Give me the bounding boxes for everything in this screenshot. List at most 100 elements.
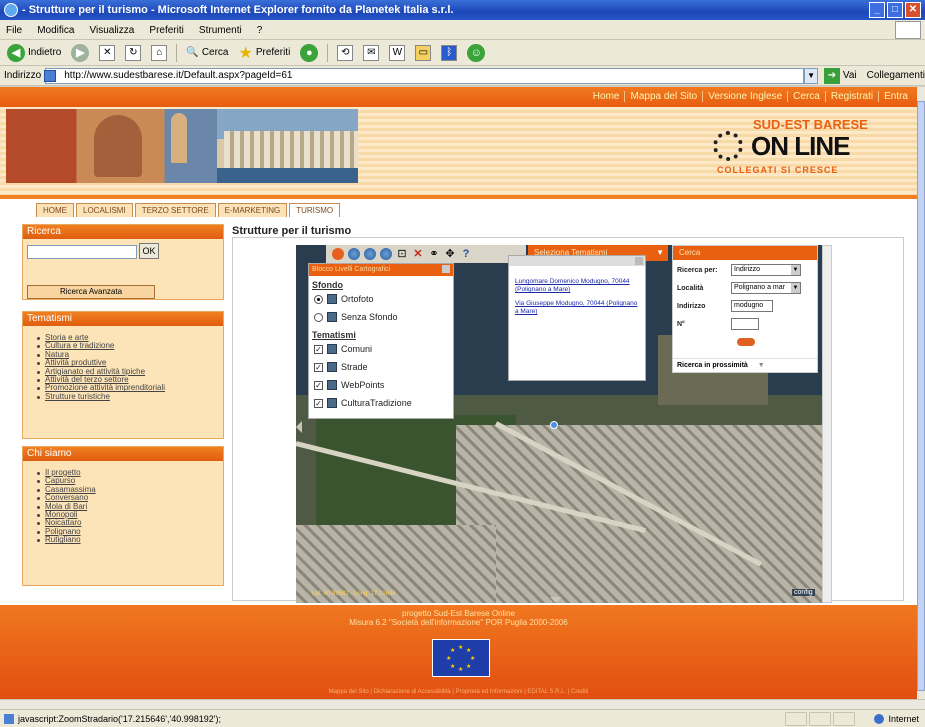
background-option-orthophoto[interactable]: Ortofoto — [309, 290, 453, 308]
history-button[interactable]: ⟲ — [334, 42, 356, 64]
status-panes — [785, 712, 855, 726]
links-button[interactable]: Collegamenti — [867, 70, 925, 81]
media-button[interactable]: ● — [297, 42, 321, 64]
checkbox[interactable]: ✓ — [314, 380, 323, 390]
radio-button[interactable] — [314, 312, 323, 322]
result-link[interactable]: Via Giuseppe Modugno, 70044 (Polignano a… — [509, 300, 645, 316]
refresh-button[interactable]: ↻ — [122, 42, 144, 64]
advanced-search-button[interactable]: Ricerca Avanzata — [27, 285, 155, 299]
locality-label: Località — [677, 284, 704, 292]
map-corner-label[interactable]: config — [792, 589, 815, 596]
mail-button[interactable]: ✉ — [360, 42, 382, 64]
locality-select[interactable]: Polignano a mar ▼ — [731, 282, 801, 294]
maximize-button[interactable]: □ — [887, 2, 903, 18]
radio-button[interactable] — [314, 294, 323, 304]
layer-row-webpoints[interactable]: ✓ WebPoints — [309, 376, 453, 394]
zoom-out-icon[interactable] — [380, 248, 392, 260]
top-link-login[interactable]: Entra — [878, 91, 913, 102]
number-field[interactable] — [731, 318, 759, 330]
coordinate-readout: Lat: 40.99582 - Long: 17.21646 — [312, 591, 396, 597]
page-vertical-scrollbar[interactable] — [917, 87, 925, 699]
menu-tools[interactable]: Strumenti — [199, 25, 242, 36]
menu-edit[interactable]: Modifica — [37, 25, 74, 36]
search-button[interactable]: 🔍 Cerca — [183, 42, 231, 64]
menu-favorites[interactable]: Preferiti — [149, 25, 183, 36]
home-button[interactable]: ⌂ — [148, 42, 170, 64]
close-icon[interactable] — [442, 265, 450, 273]
zoom-in-icon[interactable] — [364, 248, 376, 260]
theme-link-tourism[interactable]: Strutture turistiche — [37, 392, 223, 401]
checkbox[interactable]: ✓ — [314, 398, 323, 408]
edit-button[interactable]: W — [386, 42, 408, 64]
address-bar: Indirizzo ▼ ➔ Vai Collegamenti — [0, 66, 925, 86]
page-horizontal-scrollbar[interactable] — [0, 699, 925, 709]
nearby-search-toggle[interactable]: Ricerca in prossimità ▼ — [673, 358, 817, 372]
window-title-bar: - Strutture per il turismo - Microsoft I… — [0, 0, 925, 20]
pan-icon[interactable]: ✥ — [444, 248, 456, 260]
clear-icon[interactable]: ✕ — [412, 248, 424, 260]
top-link-home[interactable]: Home — [588, 91, 625, 102]
mail-icon: ✉ — [363, 44, 380, 61]
toolbar-separator — [327, 43, 329, 62]
address-input[interactable] — [45, 67, 805, 84]
search-go-button[interactable] — [737, 338, 755, 346]
binoculars-icon[interactable]: ⚭ — [428, 248, 440, 260]
address-field[interactable]: modugno — [731, 300, 773, 312]
forward-button[interactable]: ▶ — [68, 42, 92, 64]
layer-row-cultura[interactable]: ✓ CulturaTradizione — [309, 394, 453, 412]
tab-turismo[interactable]: TURISMO — [289, 203, 341, 217]
search-by-select[interactable]: Indirizzo ▼ — [731, 264, 801, 276]
windows-flag-icon — [895, 21, 921, 39]
menu-file[interactable]: File — [6, 25, 22, 36]
tab-localismi[interactable]: LOCALISMI — [76, 203, 133, 217]
tab-terzo-settore[interactable]: TERZO SETTORE — [134, 203, 216, 217]
measure-icon[interactable]: ⊡ — [396, 248, 408, 260]
result-link[interactable]: Lungomare Domenico Modugno, 70044 (Polig… — [509, 266, 645, 294]
top-link-search[interactable]: Cerca — [787, 91, 825, 102]
scrollbar-thumb[interactable] — [917, 101, 925, 691]
about-link-rutigliano[interactable]: Rutigliano — [37, 535, 223, 544]
messenger-button[interactable]: ☺ — [464, 42, 488, 64]
bluetooth-button[interactable]: ᛒ — [438, 42, 460, 64]
checkbox[interactable]: ✓ — [314, 362, 323, 372]
map-scrollbar[interactable] — [822, 245, 832, 603]
menu-bar: File Modifica Visualizza Preferiti Strum… — [0, 20, 925, 40]
top-link-register[interactable]: Registrati — [824, 91, 878, 102]
layer-icon — [327, 398, 337, 408]
menu-help[interactable]: ? — [257, 25, 263, 36]
stop-button[interactable]: ✕ — [96, 42, 118, 64]
favorites-button[interactable]: ★ Preferiti — [236, 42, 294, 64]
search-panel-title: Cerca — [673, 246, 817, 260]
about-box: Chi siamo Il progetto Capurso Casamassim… — [22, 446, 224, 586]
close-icon[interactable] — [635, 257, 643, 265]
ok-button[interactable]: OK — [139, 243, 159, 259]
map-pin-icon[interactable] — [550, 421, 558, 429]
pan-left-icon[interactable] — [296, 421, 302, 433]
pan-down-icon[interactable] — [550, 597, 562, 603]
go-button[interactable]: ➔ Vai — [823, 67, 857, 84]
tab-home[interactable]: HOME — [36, 203, 74, 217]
checkbox[interactable]: ✓ — [314, 344, 323, 354]
folder-button[interactable]: ▭ — [412, 42, 434, 64]
number-row: N° — [673, 316, 817, 332]
address-dropdown-icon[interactable]: ▼ — [804, 67, 818, 84]
top-link-sitemap[interactable]: Mappa del Sito — [624, 91, 702, 102]
footer-links[interactable]: Mappa del Sito | Dichiarazione di Access… — [0, 689, 917, 695]
top-link-english[interactable]: Versione Inglese — [702, 91, 787, 102]
background-option-none[interactable]: Senza Sfondo — [309, 308, 453, 326]
search-input[interactable] — [27, 245, 137, 259]
sun-logo-icon — [713, 131, 743, 161]
layer-row-strade[interactable]: ✓ Strade — [309, 358, 453, 376]
theme-link-culture[interactable]: Cultura e tradizione — [37, 341, 223, 350]
map-home-icon[interactable] — [332, 248, 344, 260]
globe-icon[interactable] — [348, 248, 360, 260]
site-logo[interactable]: SUD-EST BARESE ON LINE COLLEGATI SI CRES… — [709, 117, 869, 181]
close-button[interactable]: ✕ — [905, 2, 921, 18]
tab-e-marketing[interactable]: E-MARKETING — [217, 203, 288, 217]
minimize-button[interactable]: _ — [869, 2, 885, 18]
help-icon[interactable]: ? — [460, 248, 472, 260]
back-button[interactable]: ◀ Indietro — [4, 42, 64, 64]
menu-view[interactable]: Visualizza — [90, 25, 135, 36]
address-row: Indirizzo modugno — [673, 298, 817, 314]
layer-row-comuni[interactable]: ✓ Comuni — [309, 340, 453, 358]
